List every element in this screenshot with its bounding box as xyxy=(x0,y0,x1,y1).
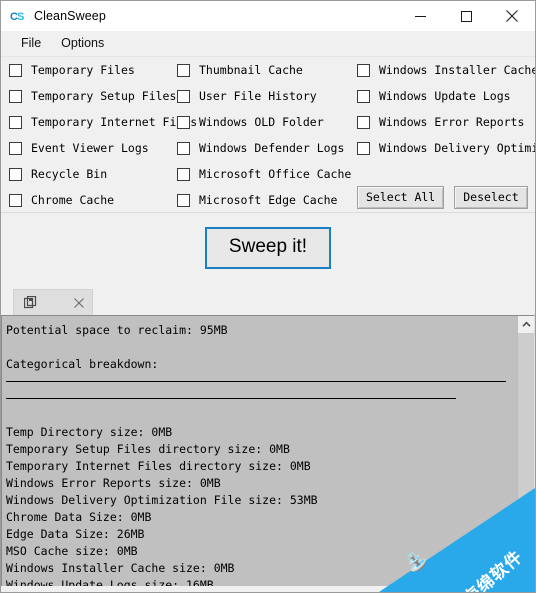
sweep-it-button[interactable]: Sweep it! xyxy=(204,226,332,270)
checkbox-label: Recycle Bin xyxy=(31,167,108,181)
output-summary-line: Potential space to reclaim: 95MB xyxy=(6,323,228,337)
checkbox-row[interactable]: User File History xyxy=(173,83,353,109)
checkbox-row[interactable]: Windows Installer Cache xyxy=(353,57,535,83)
minimize-button[interactable] xyxy=(397,1,443,31)
window-copy-icon xyxy=(24,296,37,309)
checkbox-row[interactable]: Temporary Files xyxy=(5,57,173,83)
menu-bar: File Options xyxy=(1,31,535,57)
checkbox-label: Event Viewer Logs xyxy=(31,141,149,155)
checkbox-temporary-files[interactable] xyxy=(9,63,22,77)
checkbox-windows-old-folder[interactable] xyxy=(177,115,190,129)
close-button[interactable] xyxy=(489,1,535,31)
checkbox-label: Chrome Cache xyxy=(31,193,115,207)
output-line: Windows Error Reports size: 0MB xyxy=(6,476,221,490)
svg-text:S: S xyxy=(17,11,24,23)
checkbox-windows-defender-logs[interactable] xyxy=(177,141,190,155)
output-line: MSO Cache size: 0MB xyxy=(6,544,138,558)
maximize-button[interactable] xyxy=(443,1,489,31)
checkbox-row[interactable]: Microsoft Edge Cache xyxy=(173,187,353,212)
checkbox-label: Windows Update Logs xyxy=(379,89,511,103)
checkbox-microsoft-office-cache[interactable] xyxy=(177,167,190,181)
output-scrollbar[interactable] xyxy=(517,316,534,586)
output-line: Windows Update Logs size: 16MB xyxy=(6,578,214,586)
close-icon xyxy=(74,297,84,308)
maximize-icon xyxy=(460,10,472,22)
checkbox-windows-error-reports[interactable] xyxy=(357,115,370,129)
checkbox-thumbnail-cache[interactable] xyxy=(177,63,190,77)
menu-item-file[interactable]: File xyxy=(11,33,51,54)
close-icon xyxy=(506,10,518,22)
checkbox-row[interactable]: Windows Update Logs xyxy=(353,83,535,109)
checkbox-event-viewer-logs[interactable] xyxy=(9,141,22,155)
checkbox-row[interactable]: Recycle Bin xyxy=(5,161,173,187)
tab-output[interactable] xyxy=(13,289,93,315)
app-window: C S CleanSweep File Options Temporary Fi… xyxy=(0,0,536,593)
checkbox-label: Windows Error Reports xyxy=(379,115,525,129)
checkbox-label: Thumbnail Cache xyxy=(199,63,303,77)
select-all-button[interactable]: Select All xyxy=(357,186,445,209)
checkbox-user-file-history[interactable] xyxy=(177,89,190,103)
checkbox-row[interactable]: Microsoft Office Cache xyxy=(173,161,353,187)
scroll-up-button[interactable] xyxy=(518,316,534,333)
deselect-button[interactable]: Deselect xyxy=(454,186,528,209)
checkbox-row[interactable]: Temporary Internet Files xyxy=(5,109,197,135)
tab-strip xyxy=(1,285,535,315)
checkbox-chrome-cache[interactable] xyxy=(9,193,22,207)
checkbox-row[interactable]: Chrome Cache xyxy=(5,187,173,212)
checkbox-row[interactable]: Windows OLD Folder xyxy=(173,109,353,135)
chevron-up-icon xyxy=(521,321,531,327)
checkbox-temporary-internet-files[interactable] xyxy=(9,115,22,129)
output-line: Edge Data Size: 26MB xyxy=(6,527,145,541)
cleanup-options-column-1: Temporary Files Temporary Setup Files Te… xyxy=(5,57,197,212)
checkbox-label: User File History xyxy=(199,89,317,103)
checkbox-windows-installer-cache[interactable] xyxy=(357,63,370,77)
checkbox-row[interactable]: Windows Error Reports xyxy=(353,109,535,135)
output-line: Temporary Setup Files directory size: 0M… xyxy=(6,442,290,456)
output-text-area[interactable]: Potential space to reclaim: 95MB Categor… xyxy=(2,316,508,586)
checkbox-label: Microsoft Edge Cache xyxy=(199,193,338,207)
output-spacer xyxy=(6,339,508,356)
cleanup-options-column-3: Windows Installer Cache Windows Update L… xyxy=(353,57,535,161)
checkbox-label: Windows Installer Cache xyxy=(379,63,535,77)
output-divider-1 xyxy=(6,373,508,390)
selection-buttons: Select All Deselect xyxy=(357,186,528,209)
checkbox-temporary-setup-files[interactable] xyxy=(9,89,22,103)
checkbox-microsoft-edge-cache[interactable] xyxy=(177,193,190,207)
checkbox-row[interactable]: Windows Defender Logs xyxy=(173,135,353,161)
output-spacer xyxy=(6,407,508,424)
output-line: Windows Delivery Optimization File size:… xyxy=(6,493,318,507)
checkbox-label: Temporary Setup Files xyxy=(31,89,177,103)
checkbox-row[interactable]: Event Viewer Logs xyxy=(5,135,173,161)
output-line: Chrome Data Size: 0MB xyxy=(6,510,152,524)
tab-close-button[interactable] xyxy=(74,297,84,308)
output-line: Windows Installer Cache size: 0MB xyxy=(6,561,235,575)
checkbox-label: Temporary Files xyxy=(31,63,135,77)
window-controls xyxy=(397,1,535,31)
scrollbar-track[interactable] xyxy=(518,333,534,586)
output-line: Temporary Internet Files directory size:… xyxy=(6,459,311,473)
output-line: Temp Directory size: 0MB xyxy=(6,425,173,439)
cleanup-options-panel: Temporary Files Temporary Setup Files Te… xyxy=(1,57,535,213)
checkbox-label: Windows OLD Folder xyxy=(199,115,324,129)
checkbox-label: Windows Delivery Optimizat xyxy=(379,141,535,155)
minimize-icon xyxy=(414,15,426,17)
output-panel: Potential space to reclaim: 95MB Categor… xyxy=(1,315,535,586)
window-title: CleanSweep xyxy=(34,9,106,23)
checkbox-label: Microsoft Office Cache xyxy=(199,167,352,181)
output-breakdown-heading: Categorical breakdown: xyxy=(6,357,159,371)
cs-logo-icon: C S xyxy=(10,8,26,24)
cleanup-options-column-2: Thumbnail Cache User File History Window… xyxy=(173,57,353,212)
checkbox-row[interactable]: Thumbnail Cache xyxy=(173,57,353,83)
output-divider-2 xyxy=(6,390,508,407)
checkbox-row[interactable]: Temporary Setup Files xyxy=(5,83,177,109)
checkbox-recycle-bin[interactable] xyxy=(9,167,22,181)
checkbox-row[interactable]: Windows Delivery Optimizat xyxy=(353,135,535,161)
checkbox-label: Windows Defender Logs xyxy=(199,141,345,155)
sweep-action-area: Sweep it! xyxy=(1,213,535,285)
title-bar: C S CleanSweep xyxy=(1,1,535,31)
checkbox-windows-update-logs[interactable] xyxy=(357,89,370,103)
checkbox-windows-delivery-optimization[interactable] xyxy=(357,141,370,155)
menu-item-options[interactable]: Options xyxy=(51,33,114,54)
